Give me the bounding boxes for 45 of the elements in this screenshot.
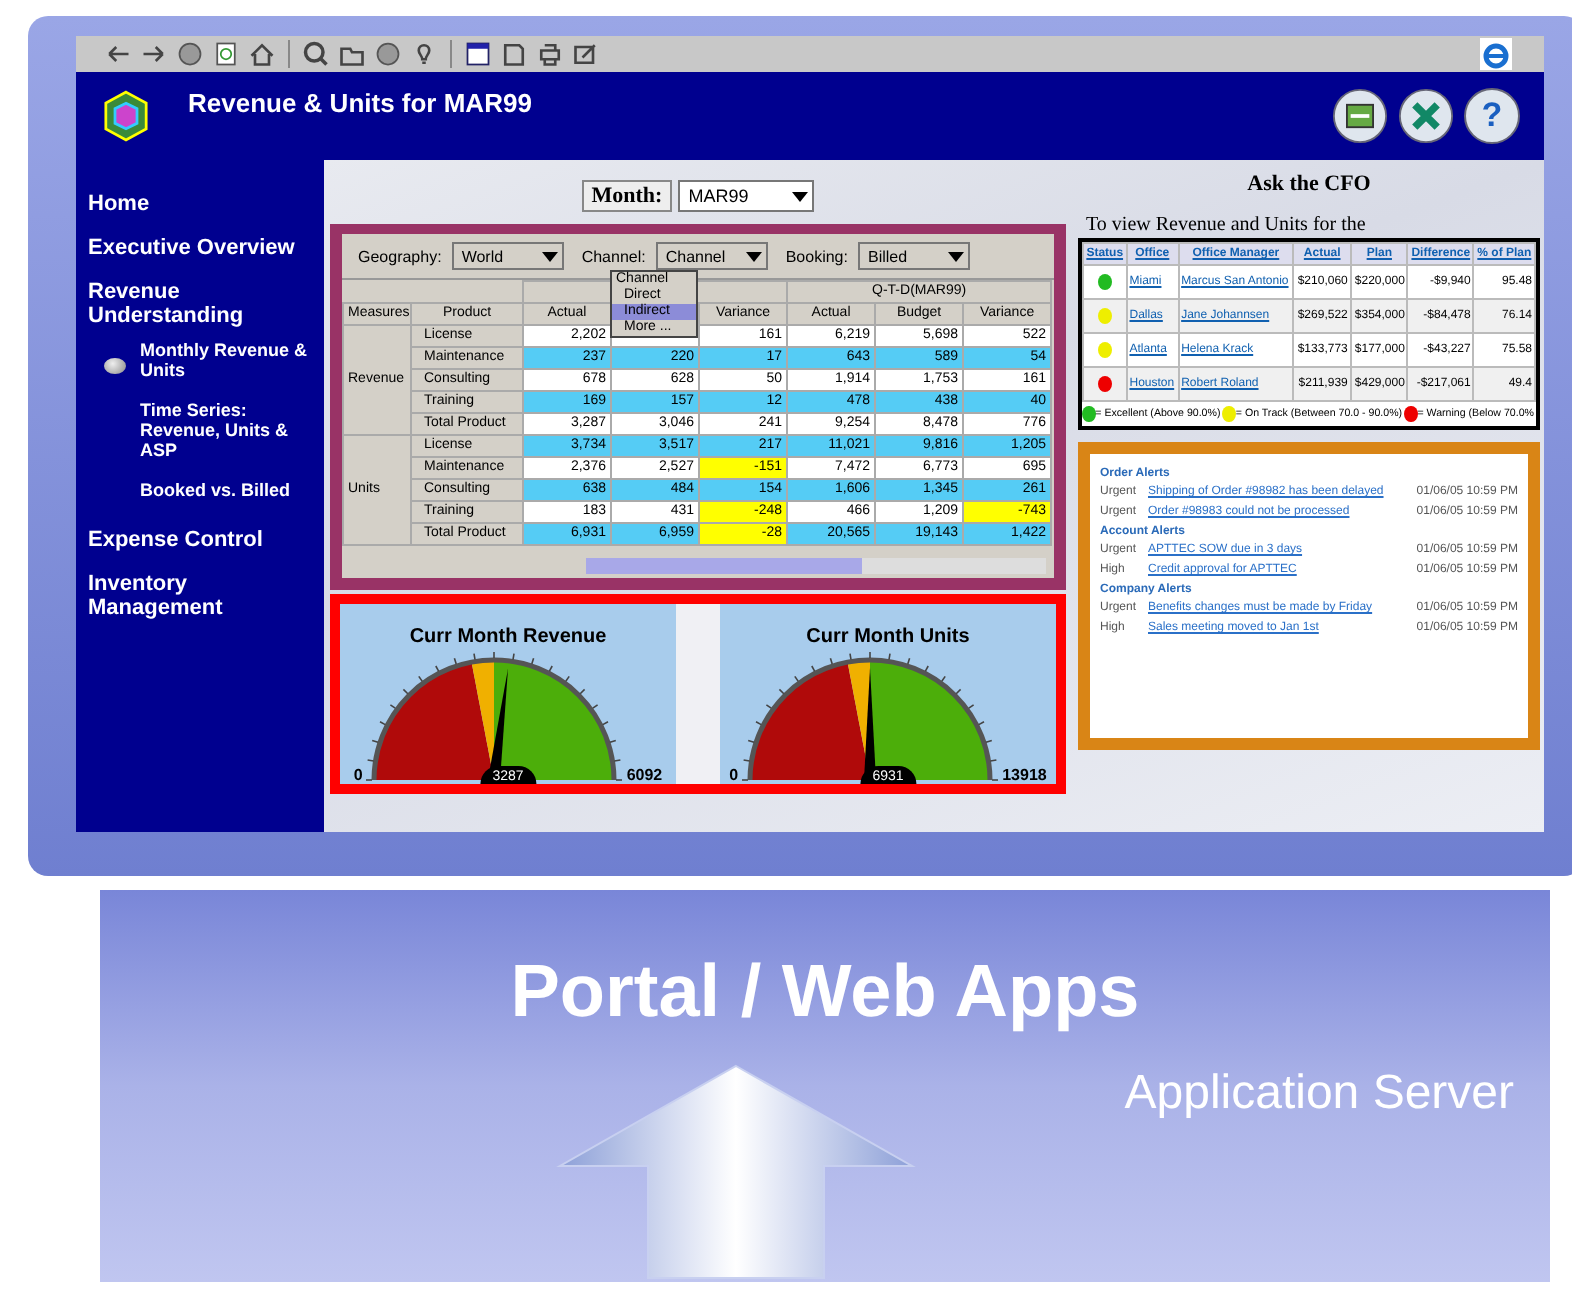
nav-sublink[interactable]: Time Series: Revenue, Units & ASP — [140, 400, 316, 460]
nav-link[interactable]: Inventory Management — [88, 572, 316, 620]
gauge-min-label: 0 — [353, 766, 363, 784]
help-button[interactable]: ? — [1464, 88, 1520, 144]
browser-logo-icon — [1480, 38, 1512, 70]
layer-title: Portal / Web Apps — [510, 950, 1140, 1034]
caret-icon — [947, 251, 964, 261]
gauge-title: Curr Month Units — [806, 626, 970, 648]
spreadsheet-button[interactable] — [1398, 88, 1454, 144]
gauge-min-label: 0 — [729, 766, 739, 784]
nav-link[interactable]: Revenue Understanding — [88, 280, 316, 328]
caret-icon — [792, 191, 809, 201]
forward-arrow-icon[interactable] — [140, 40, 168, 68]
refresh-button[interactable] — [1332, 88, 1388, 144]
back-arrow-icon[interactable] — [104, 40, 132, 68]
month-label: Month: — [581, 180, 673, 212]
filter-label: Booking: — [785, 247, 848, 265]
cube-logo-icon — [104, 90, 148, 142]
nav-link[interactable]: Home — [88, 192, 316, 216]
layer-subtitle: Application Server — [1124, 1066, 1514, 1122]
document-icon[interactable] — [500, 40, 528, 68]
nav-link[interactable]: Executive Overview — [88, 236, 316, 260]
intro-text: To view Revenue and Units for the — [1086, 214, 1368, 236]
filter-select[interactable]: Billed — [857, 242, 970, 270]
horizontal-scrollbar[interactable] — [586, 558, 1046, 574]
home-icon[interactable] — [248, 40, 276, 68]
nav-link[interactable]: Expense Control — [88, 528, 316, 552]
gauge-title: Curr Month Revenue — [409, 626, 607, 648]
printer-icon[interactable] — [536, 40, 564, 68]
edit-icon[interactable] — [572, 40, 600, 68]
caret-icon — [541, 251, 558, 261]
caret-icon — [745, 251, 762, 261]
nav-sublink[interactable]: Monthly Revenue & Units — [140, 340, 316, 380]
nav-sublink[interactable]: Booked vs. Billed — [140, 480, 291, 500]
window-icon[interactable] — [464, 40, 492, 68]
section-title: Ask the CFO — [1245, 172, 1373, 196]
filter-label: Geography: — [358, 247, 442, 265]
page-title: Revenue & Units for MAR99 — [188, 87, 532, 117]
gauge-max-label: 6092 — [626, 766, 663, 784]
filter-select[interactable]: Channel — [655, 242, 768, 270]
month-select[interactable]: MAR99 — [678, 180, 815, 212]
filter-label: Channel: — [581, 247, 646, 265]
gauge-max-label: 13918 — [1002, 766, 1047, 784]
filter-select[interactable]: World — [451, 242, 564, 270]
search-icon[interactable] — [302, 40, 330, 68]
